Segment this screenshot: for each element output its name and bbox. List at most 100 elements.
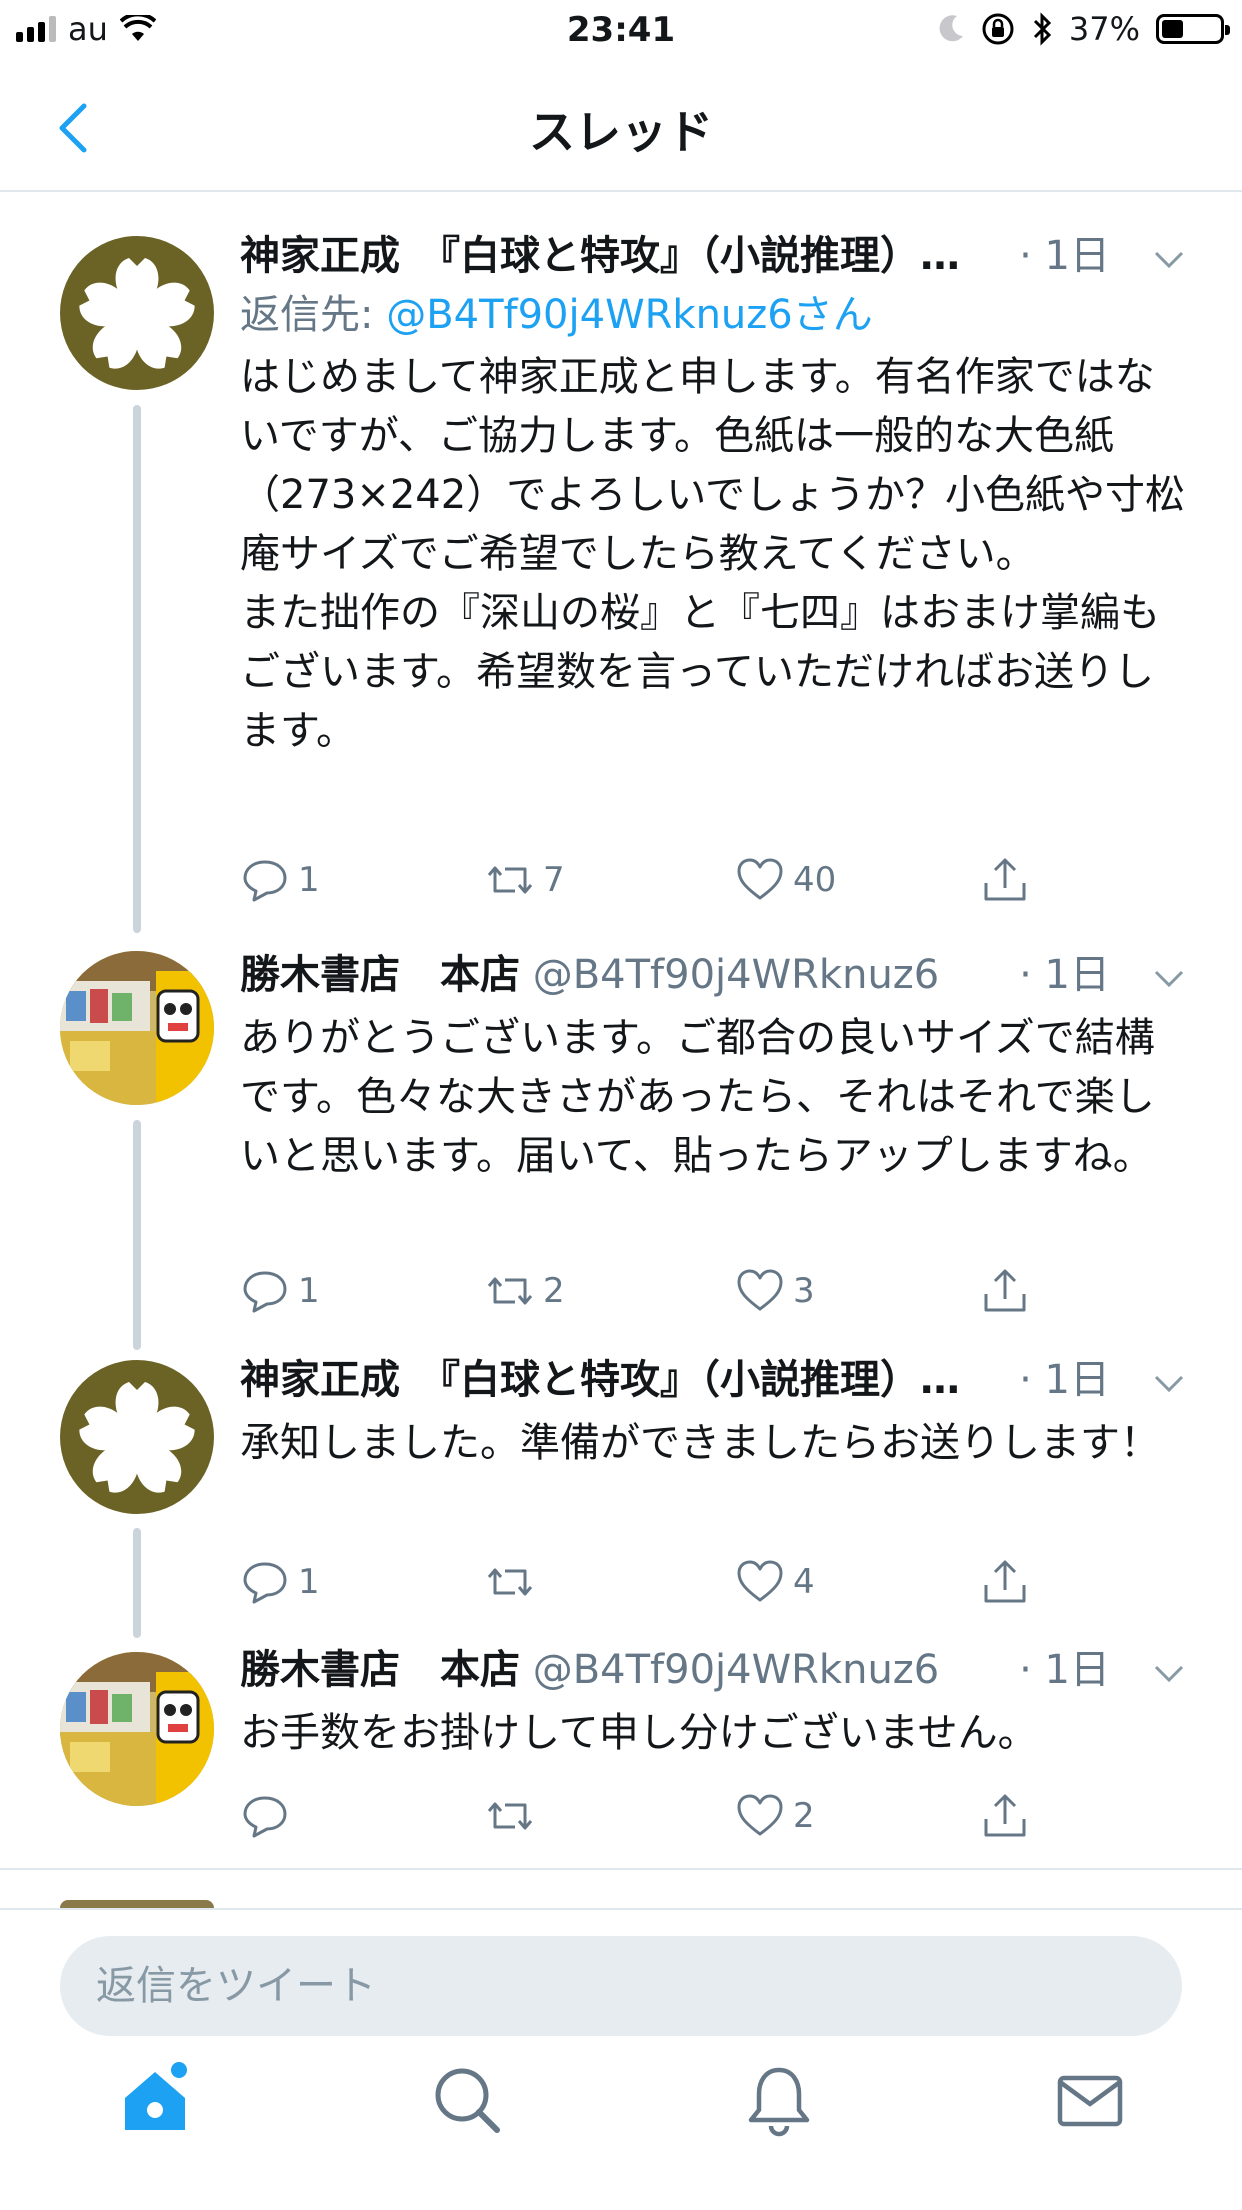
chevron-down-icon[interactable]: [1152, 961, 1186, 995]
like-count: 40: [793, 860, 837, 900]
retweet-count: 7: [543, 860, 565, 900]
tweet-header: 神家正成 『白球と特攻』（小説推理）… · 1日: [240, 226, 1190, 286]
reply-button[interactable]: 1: [240, 1552, 320, 1612]
tweet-text: はじめまして神家正成と申します。有名作家ではないですが、ご協力します。色紙は一般…: [240, 354, 1186, 754]
reply-icon: [243, 1271, 287, 1313]
tweet-text: ありがとうございます。ご都合の良いサイズで結構です。色々な大きさがあったら、それ…: [240, 1015, 1155, 1179]
like-count: 2: [793, 1796, 815, 1836]
share-button[interactable]: [980, 1786, 1030, 1846]
heart-icon: [737, 858, 783, 900]
chevron-down-icon[interactable]: [1152, 1366, 1186, 1400]
share-icon: [984, 858, 1026, 901]
reply-to: 返信先: @B4Tf90j4WRknuz6さん: [240, 286, 1190, 344]
user-handle[interactable]: @B4Tf90j4WRknuz6: [533, 1647, 940, 1693]
tweet-actions: 1 7 40: [240, 850, 1090, 910]
display-name[interactable]: 神家正成 『白球と特攻』（小説推理）…: [240, 1357, 960, 1403]
search-icon[interactable]: [427, 2060, 507, 2140]
sakura-logo-icon: [79, 258, 195, 369]
avatar[interactable]: [60, 1360, 214, 1514]
divider: [0, 1868, 1242, 1870]
chevron-down-icon[interactable]: [1152, 1656, 1186, 1690]
home-icon[interactable]: [115, 2060, 195, 2140]
like-button[interactable]: 4: [735, 1552, 815, 1612]
store-photo-avatar: [60, 951, 214, 1105]
retweet-icon: [487, 1277, 533, 1305]
status-bar: au 23:41 37%: [0, 0, 1242, 62]
reply-count: 1: [298, 860, 320, 900]
reply-button[interactable]: 1: [240, 1261, 320, 1321]
like-button[interactable]: 40: [735, 850, 836, 910]
like-count: 3: [793, 1271, 815, 1311]
reply-to-label: 返信先:: [240, 292, 387, 338]
like-button[interactable]: 2: [735, 1786, 815, 1846]
bell-icon[interactable]: [739, 2060, 819, 2140]
tweet-header: 勝木書店 本店 @B4Tf90j4WRknuz6 · 1日: [240, 1640, 1190, 1700]
battery-fill: [1162, 20, 1183, 38]
heart-icon: [737, 1269, 783, 1311]
timestamp: · 1日: [1013, 226, 1110, 286]
battery-percent: 37%: [1068, 10, 1140, 48]
reply-count: 1: [298, 1562, 320, 1602]
avatar[interactable]: [60, 951, 214, 1105]
share-icon: [984, 1560, 1026, 1603]
tweet-content: 勝木書店 本店 @B4Tf90j4WRknuz6 · 1日 ありがとうございます…: [240, 945, 1190, 1186]
tweet-text: お手数をお掛けして申し分けございません。: [240, 1710, 1038, 1756]
store-photo-avatar: [60, 1652, 214, 1806]
page-title: スレッド: [529, 105, 713, 159]
share-button[interactable]: [980, 1261, 1030, 1321]
reply-icon: [243, 860, 287, 902]
reply-button[interactable]: [240, 1786, 298, 1846]
display-name[interactable]: 勝木書店 本店: [240, 1647, 520, 1693]
tweet-actions: 2: [240, 1786, 1090, 1846]
retweet-button[interactable]: 7: [485, 850, 565, 910]
share-icon: [984, 1794, 1026, 1837]
tweet-content: 勝木書店 本店 @B4Tf90j4WRknuz6 · 1日 お手数をお掛けして申…: [240, 1640, 1190, 1763]
tweet-content: 神家正成 『白球と特攻』（小説推理）… · 1日 承知しました。準備ができました…: [240, 1350, 1190, 1473]
heart-icon: [737, 1794, 783, 1836]
display-name[interactable]: 神家正成 『白球と特攻』（小説推理）…: [240, 233, 960, 279]
timestamp: · 1日: [1013, 1640, 1110, 1700]
avatar[interactable]: [60, 236, 214, 390]
retweet-icon: [487, 1802, 533, 1830]
orientation-lock-icon: [982, 13, 1014, 45]
tweet[interactable]: 神家正成 『白球と特攻』（小説推理）… · 1日 返信先: @B4Tf90j4W…: [0, 200, 1242, 933]
reply-icon: [243, 1562, 287, 1604]
like-count: 4: [793, 1562, 815, 1602]
like-button[interactable]: 3: [735, 1261, 815, 1321]
bottom-area: 返信をツイート: [0, 1908, 1242, 2210]
tweet-actions: 1 2 3: [240, 1261, 1090, 1321]
timestamp: · 1日: [1013, 945, 1110, 1005]
user-handle[interactable]: @B4Tf90j4WRknuz6: [533, 952, 940, 998]
bluetooth-icon: [1033, 12, 1051, 46]
chevron-down-icon[interactable]: [1152, 242, 1186, 276]
tweet-text: 承知しました。準備ができましたらお送りします！: [240, 1420, 1160, 1466]
tweet-header: 神家正成 『白球と特攻』（小説推理）… · 1日: [240, 1350, 1190, 1410]
retweet-button[interactable]: [485, 1552, 543, 1612]
reply-count: 1: [298, 1271, 320, 1311]
mail-icon[interactable]: [1050, 2060, 1130, 2140]
reply-icon: [243, 1796, 287, 1838]
retweet-button[interactable]: 2: [485, 1261, 565, 1321]
status-right: 37%: [937, 10, 1230, 48]
retweet-icon: [487, 866, 533, 894]
avatar[interactable]: [60, 1652, 214, 1806]
share-button[interactable]: [980, 850, 1030, 910]
tweet-actions: 1 4: [240, 1552, 1090, 1612]
reply-to-mention[interactable]: @B4Tf90j4WRknuz6さん: [386, 292, 873, 338]
heart-icon: [737, 1560, 783, 1602]
display-name[interactable]: 勝木書店 本店: [240, 952, 520, 998]
clipped-next-tweet: [60, 1900, 214, 1908]
retweet-count: 2: [543, 1271, 565, 1311]
share-button[interactable]: [980, 1552, 1030, 1612]
moon-icon: [939, 15, 963, 42]
retweet-button[interactable]: [485, 1786, 543, 1846]
thread-line: [133, 1120, 141, 1350]
reply-input[interactable]: 返信をツイート: [60, 1936, 1182, 2036]
tab-bar: [0, 2060, 1242, 2190]
tweet[interactable]: 勝木書店 本店 @B4Tf90j4WRknuz6 · 1日 お手数をお掛けして申…: [0, 1640, 1242, 1865]
thread-line: [133, 1528, 141, 1638]
tweet[interactable]: 勝木書店 本店 @B4Tf90j4WRknuz6 · 1日 ありがとうございます…: [0, 925, 1242, 1350]
tweet[interactable]: 神家正成 『白球と特攻』（小説推理）… · 1日 承知しました。準備ができました…: [0, 1340, 1242, 1638]
reply-button[interactable]: 1: [240, 850, 320, 910]
sakura-logo-icon: [79, 1382, 195, 1493]
